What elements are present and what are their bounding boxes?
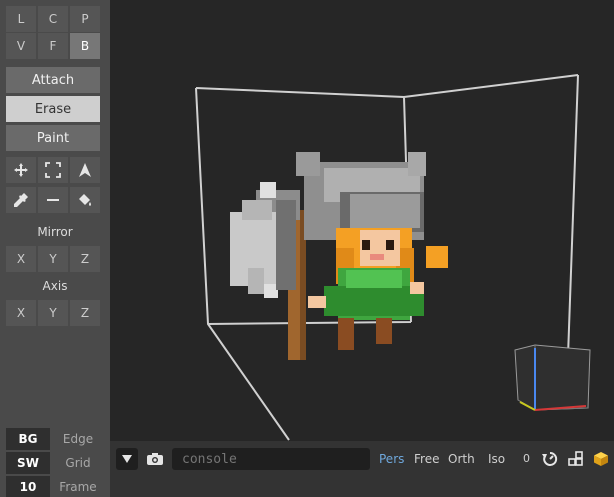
cube-icon	[594, 452, 608, 466]
brush-button-v[interactable]: V	[6, 33, 36, 59]
voxel-character	[230, 152, 448, 360]
layout-button[interactable]	[566, 449, 586, 469]
projection-isometric[interactable]: Iso	[488, 452, 505, 466]
screenshot-button[interactable]	[144, 448, 166, 470]
brush-button-p[interactable]: P	[70, 6, 100, 32]
mirror-label: Mirror	[37, 225, 73, 239]
mirror-z-button[interactable]: Z	[70, 246, 100, 272]
projection-perspective[interactable]: Pers	[379, 452, 404, 466]
mirror-x-button[interactable]: X	[6, 246, 36, 272]
sidebar: L C P V F B Attach Erase Paint Mirror X …	[0, 0, 110, 497]
pointer-tool-button[interactable]	[70, 157, 100, 183]
reset-view-button[interactable]	[540, 449, 560, 469]
select-tool-button[interactable]	[38, 157, 68, 183]
frame-toggle[interactable]: Frame	[52, 476, 104, 497]
mirror-y-button[interactable]: Y	[38, 246, 68, 272]
fill-tool-button[interactable]	[70, 187, 100, 213]
axis-z-button[interactable]: Z	[70, 300, 100, 326]
orientation-gizmo[interactable]	[514, 344, 591, 411]
projection-orthographic[interactable]: Orth	[448, 452, 475, 466]
counter-value: 0	[523, 452, 530, 465]
move-icon	[14, 163, 28, 177]
eyedropper-tool-button[interactable]	[6, 187, 36, 213]
fill-bucket-icon	[79, 194, 91, 206]
3d-viewport[interactable]	[110, 0, 614, 441]
edge-toggle[interactable]: Edge	[52, 428, 104, 450]
brush-button-l[interactable]: L	[6, 6, 36, 32]
projection-free[interactable]: Free	[414, 452, 439, 466]
axis-y-button[interactable]: Y	[38, 300, 68, 326]
axis-x-button[interactable]: X	[6, 300, 36, 326]
move-tool-button[interactable]	[6, 157, 36, 183]
select-box-icon	[45, 162, 61, 178]
voxel-scene[interactable]	[110, 0, 614, 441]
bg-toggle[interactable]: BG	[6, 428, 50, 450]
model-button[interactable]	[591, 449, 611, 469]
console-toggle-button[interactable]	[116, 448, 138, 470]
paint-mode-button[interactable]: Paint	[6, 125, 100, 151]
erase-mode-button[interactable]: Erase	[6, 96, 100, 122]
eyedropper-icon	[14, 193, 28, 207]
axis-label: Axis	[42, 279, 68, 293]
brush-button-b[interactable]: B	[70, 33, 100, 59]
console-input[interactable]	[172, 448, 370, 470]
camera-icon	[147, 453, 163, 465]
brush-button-f[interactable]: F	[38, 33, 68, 59]
line-icon	[47, 199, 59, 201]
bottom-toolbar: Pers Free Orth Iso 0	[110, 441, 614, 497]
caret-down-icon	[122, 455, 132, 463]
size-field[interactable]: 10	[6, 476, 50, 497]
attach-mode-button[interactable]: Attach	[6, 67, 100, 93]
line-tool-button[interactable]	[38, 187, 68, 213]
rotate-reset-icon	[542, 451, 558, 466]
grid-toggle[interactable]: Grid	[52, 452, 104, 474]
grid-layout-icon	[568, 451, 583, 466]
sw-toggle[interactable]: SW	[6, 452, 50, 474]
pointer-icon	[79, 163, 91, 177]
brush-button-c[interactable]: C	[38, 6, 68, 32]
